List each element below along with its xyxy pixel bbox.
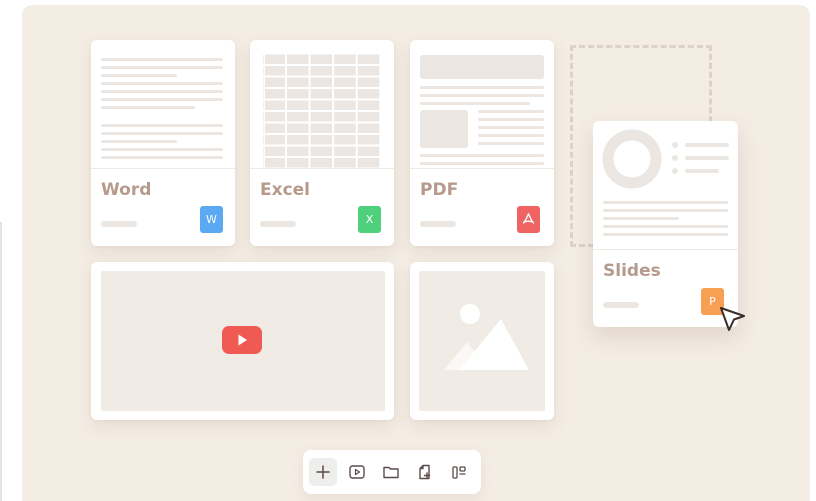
bottom-toolbar [303,450,481,494]
slides-preview [593,121,738,249]
add-file-icon[interactable] [411,458,439,486]
excel-label: Excel [260,180,311,200]
word-file-icon: W [200,206,223,233]
image-preview [419,271,545,411]
pdf-label: PDF [420,180,459,200]
slides-label: Slides [603,261,661,281]
left-panel-edge [0,222,2,501]
excel-preview [250,40,394,168]
slides-card[interactable]: Slides P [593,121,738,327]
excel-file-icon: X [358,206,381,233]
canvas: Word W Excel X PDF Slides P [22,5,810,501]
word-label: Word [101,180,152,200]
mouse-cursor-icon [720,307,745,331]
video-card[interactable] [91,262,394,420]
play-icon[interactable] [222,326,262,354]
word-subtitle-placeholder [101,221,137,227]
plus-icon[interactable] [309,458,337,486]
word-preview [91,40,235,168]
layout-icon[interactable] [445,458,473,486]
image-card[interactable] [410,262,554,420]
slides-subtitle-placeholder [603,302,639,308]
pdf-subtitle-placeholder [420,221,456,227]
excel-subtitle-placeholder [260,221,296,227]
video-icon[interactable] [343,458,371,486]
pdf-preview [410,40,554,168]
pdf-card[interactable]: PDF [410,40,554,246]
pdf-file-icon [517,206,540,233]
word-card[interactable]: Word W [91,40,235,246]
mountain-image-icon [444,304,529,370]
excel-card[interactable]: Excel X [250,40,394,246]
folder-icon[interactable] [377,458,405,486]
